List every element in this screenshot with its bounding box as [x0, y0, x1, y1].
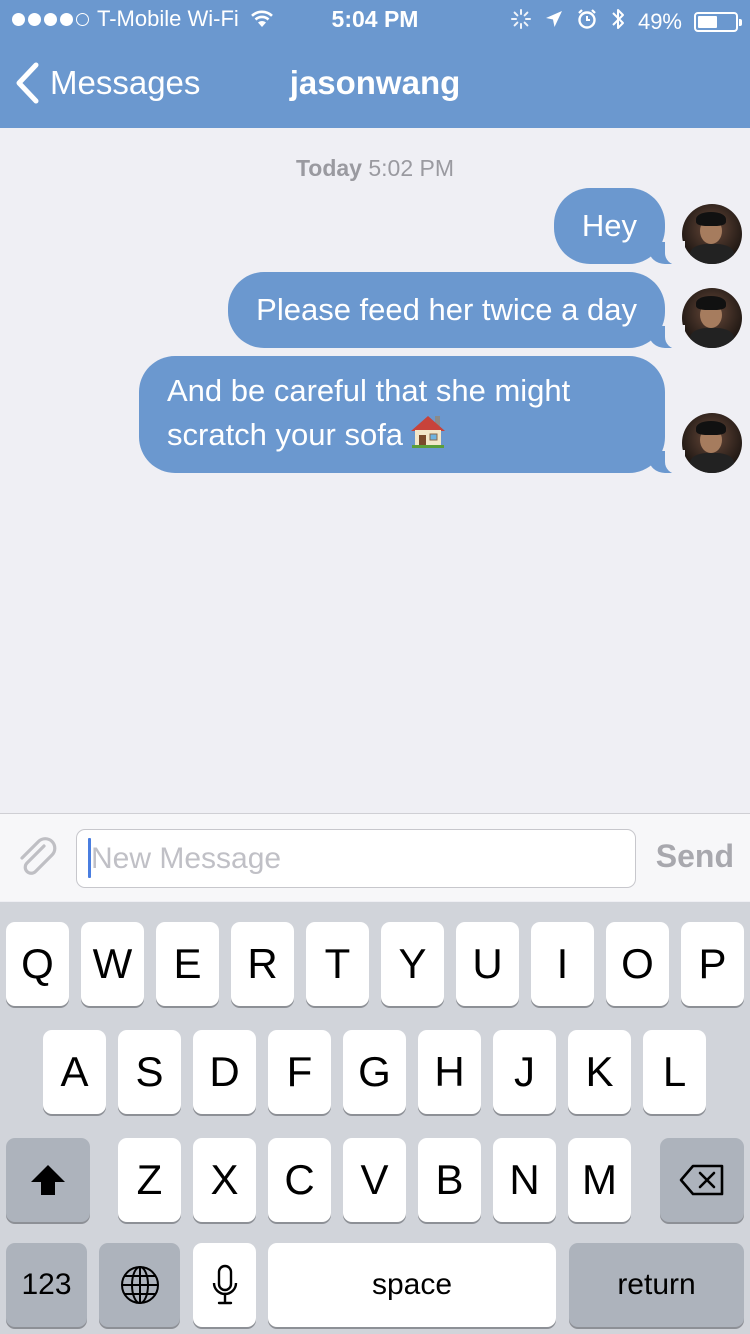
key-o[interactable]: O — [606, 922, 669, 1006]
send-button[interactable]: Send — [656, 838, 734, 875]
battery-percent: 49% — [637, 9, 682, 34]
bluetooth-icon — [610, 6, 626, 38]
key-c[interactable]: C — [268, 1138, 331, 1222]
globe-icon — [120, 1266, 159, 1304]
conversation-title: jasonwang — [289, 64, 461, 101]
timestamp-time: 5:02 PM — [368, 155, 455, 181]
delete-key[interactable] — [660, 1138, 744, 1222]
key-s[interactable]: S — [118, 1030, 181, 1114]
message-timestamp: Today 5:02 PM — [0, 155, 750, 182]
message-text: Hey — [581, 208, 637, 243]
shift-key[interactable] — [6, 1138, 90, 1222]
message-text: Please feed her twice a day — [256, 292, 637, 327]
key-m[interactable]: M — [568, 1138, 631, 1222]
key-k[interactable]: K — [568, 1030, 631, 1114]
key-p[interactable]: P — [681, 922, 744, 1006]
key-l[interactable]: L — [643, 1030, 706, 1114]
composer-bar: Send — [0, 813, 750, 901]
avatar[interactable] — [682, 288, 742, 348]
key-i[interactable]: I — [531, 922, 594, 1006]
alarm-icon — [576, 8, 598, 36]
globe-key[interactable] — [99, 1243, 180, 1327]
battery-icon — [694, 12, 742, 32]
keyboard: Q W E R T Y U I O P A S D F G H J K L Z … — [0, 902, 750, 1334]
location-arrow-icon — [544, 9, 564, 35]
key-d[interactable]: D — [193, 1030, 256, 1114]
avatar[interactable] — [682, 413, 742, 473]
nav-bar: Messages jasonwang — [0, 40, 750, 128]
message-bubble[interactable]: Please feed her twice a day — [228, 272, 685, 349]
shift-arrow-icon — [31, 1165, 65, 1195]
key-t[interactable]: T — [306, 922, 369, 1006]
message-input[interactable] — [76, 829, 636, 888]
key-j[interactable]: J — [493, 1030, 556, 1114]
key-h[interactable]: H — [418, 1030, 481, 1114]
status-right: 49% — [510, 6, 742, 38]
key-z[interactable]: Z — [118, 1138, 181, 1222]
activity-spinner-icon — [510, 8, 532, 36]
key-a[interactable]: A — [43, 1030, 106, 1114]
key-y[interactable]: Y — [381, 922, 444, 1006]
key-e[interactable]: E — [156, 922, 219, 1006]
key-x[interactable]: X — [193, 1138, 256, 1222]
key-g[interactable]: G — [343, 1030, 406, 1114]
avatar[interactable] — [682, 204, 742, 264]
text-cursor — [88, 838, 91, 878]
key-n[interactable]: N — [493, 1138, 556, 1222]
space-key[interactable]: space — [268, 1243, 556, 1327]
message-bubble[interactable]: And be careful that she might scratch yo… — [139, 356, 685, 474]
paperclip-icon[interactable] — [14, 834, 62, 887]
key-b[interactable]: B — [418, 1138, 481, 1222]
return-key[interactable]: return — [569, 1243, 744, 1327]
key-q[interactable]: Q — [6, 922, 69, 1006]
key-f[interactable]: F — [268, 1030, 331, 1114]
key-u[interactable]: U — [456, 922, 519, 1006]
header: T-Mobile Wi-Fi 5:04 PM 49% Messages jaso… — [0, 0, 750, 128]
dictation-key[interactable] — [193, 1243, 256, 1327]
house-icon — [409, 413, 447, 461]
microphone-icon — [212, 1264, 237, 1305]
backspace-icon — [679, 1164, 724, 1196]
message-text: And be careful that she might scratch yo… — [167, 373, 571, 452]
key-w[interactable]: W — [81, 922, 144, 1006]
message-bubble[interactable]: Hey — [553, 188, 686, 265]
timestamp-day: Today — [295, 155, 362, 181]
key-r[interactable]: R — [231, 922, 294, 1006]
key-v[interactable]: V — [343, 1138, 406, 1222]
status-bar: T-Mobile Wi-Fi 5:04 PM 49% — [0, 0, 750, 40]
numbers-key[interactable]: 123 — [6, 1243, 87, 1327]
